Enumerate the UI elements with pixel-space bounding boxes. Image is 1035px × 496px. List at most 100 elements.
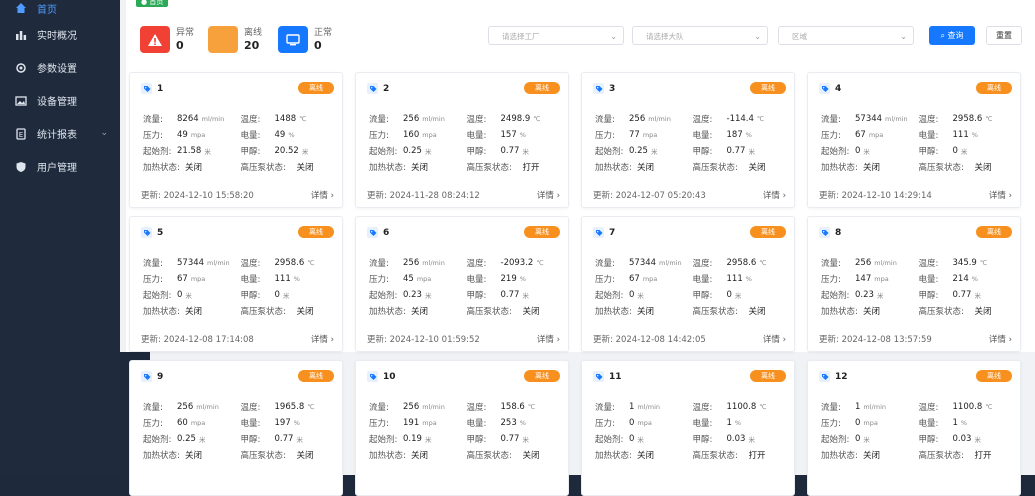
bar-chart-icon: [14, 28, 28, 42]
temp-value: -114.4: [726, 114, 754, 124]
temp-unit: ℃: [307, 403, 315, 411]
methanol-label: 甲醇:: [466, 147, 487, 157]
power-value: 187: [726, 130, 743, 140]
device-card[interactable]: 7 离线 流量: 57344 ml/min 温度: 2958.6 ℃ 压力: 67 mpa …: [581, 216, 795, 352]
device-card[interactable]: 4 离线 流量: 57344 ml/min 温度: 2958.6 ℃ 压力: 67 mpa …: [807, 72, 1021, 208]
sidebar-item-label: 实时概况: [37, 31, 77, 42]
device-card[interactable]: 5 离线 流量: 57344 ml/min 温度: 2958.6 ℃ 压力: 67 mpa …: [129, 216, 343, 352]
updated-time: 更新: 2024-12-10 15:58:20: [141, 191, 254, 201]
device-card[interactable]: 3 离线 流量: 256 ml/min 温度: -114.4 ℃ 压力: 77 mpa 电量…: [581, 72, 795, 208]
device-card[interactable]: 11 离线 流量: 1 ml/min 温度: 1100.8 ℃ 压力: 0 mpa 电量: 1…: [581, 360, 795, 496]
heat-value: 关闭: [411, 307, 429, 317]
pressure-label: 压力:: [143, 275, 163, 285]
heat-label: 加热状态:: [143, 163, 180, 173]
device-card[interactable]: 10 离线 流量: 256 ml/min 温度: 158.6 ℃ 压力: 191 mpa 电…: [355, 360, 569, 496]
device-card[interactable]: 8 离线 流量: 256 ml/min 温度: 345.9 ℃ 压力: 147 mpa 电量…: [807, 216, 1021, 352]
device-card[interactable]: 12 离线 流量: 1 ml/min 温度: 1100.8 ℃ 压力: 0 mpa 电量: 1…: [807, 360, 1021, 496]
startpos-label: 起始剂:: [821, 147, 850, 157]
power-value: 253: [500, 418, 517, 428]
methanol-label: 甲醇:: [692, 435, 713, 445]
startpos-unit: 米: [424, 436, 432, 444]
methanol-unit: 米: [974, 436, 981, 444]
updated-time: 更新: 2024-12-08 13:57:59: [819, 335, 932, 345]
power-value: 1: [726, 418, 732, 428]
pump-value: 关闭: [522, 451, 540, 461]
pump-label: 高压泵状态:: [692, 451, 738, 461]
methanol-label: 甲醇:: [692, 291, 713, 301]
heat-label: 加热状态:: [369, 307, 406, 317]
query-button[interactable]: ⌕ 查询: [929, 26, 975, 45]
methanol-label: 甲醇:: [918, 147, 939, 157]
device-card[interactable]: 9 离线 流量: 256 ml/min 温度: 1965.8 ℃ 压力: 60 mpa 电量…: [129, 360, 343, 496]
power-value: 197: [274, 418, 291, 428]
pressure-unit: mpa: [874, 275, 889, 283]
sidebar-item-users[interactable]: 用户管理: [0, 150, 120, 183]
detail-link[interactable]: 详情 ›: [537, 189, 560, 201]
power-value: 111: [726, 274, 743, 284]
query-button-label: 查询: [947, 31, 964, 40]
device-card[interactable]: 2 离线 流量: 256 ml/min 温度: 2498.9 ℃ 压力: 160 mpa 电…: [355, 72, 569, 208]
device-card-footer: 更新: 2024-12-08 14:42:05 详情 ›: [593, 333, 786, 345]
pressure-unit: mpa: [190, 275, 206, 283]
pressure-unit: mpa: [863, 419, 878, 427]
power-value: 214: [952, 274, 969, 284]
tag-icon: [141, 227, 152, 238]
team-select[interactable]: 请选择大队 ⌄: [632, 26, 768, 45]
temp-value: 2958.6: [952, 114, 983, 124]
sidebar-item-params[interactable]: 参数设置: [0, 51, 120, 84]
pump-label: 高压泵状态:: [692, 307, 738, 317]
flow-value: 8264: [177, 114, 199, 124]
area-select[interactable]: 区域 ⌄: [778, 26, 914, 45]
detail-link[interactable]: 详情 ›: [989, 189, 1012, 201]
temp-label: 温度:: [918, 115, 939, 125]
detail-link[interactable]: 详情 ›: [763, 189, 786, 201]
device-card[interactable]: 6 离线 流量: 256 ml/min 温度: -2093.2 ℃ 压力: 45 mpa 电…: [355, 216, 569, 352]
detail-link[interactable]: 详情 ›: [311, 333, 334, 345]
flow-unit: ml/min: [885, 115, 908, 123]
pressure-label: 压力:: [821, 131, 841, 141]
power-value: 111: [952, 130, 969, 140]
detail-link[interactable]: 详情 ›: [537, 333, 560, 345]
temp-label: 温度:: [466, 403, 487, 413]
methanol-unit: 米: [522, 148, 529, 156]
sidebar-item-realtime[interactable]: 实时概况: [0, 18, 120, 51]
pressure-unit: mpa: [422, 419, 437, 427]
detail-link[interactable]: 详情 ›: [989, 333, 1012, 345]
pump-label: 高压泵状态:: [466, 163, 512, 173]
startpos-value: 0: [629, 290, 635, 300]
power-label: 电量:: [240, 275, 261, 285]
heat-value: 关闭: [411, 163, 429, 173]
sidebar-item-devices[interactable]: 设备管理: [0, 84, 120, 117]
status-badge: 离线: [976, 370, 1012, 382]
methanol-unit: 米: [296, 436, 303, 444]
stat-value: 20: [244, 38, 260, 52]
detail-link[interactable]: 详情 ›: [763, 333, 786, 345]
power-unit: %: [288, 131, 295, 139]
detail-link[interactable]: 详情 ›: [311, 189, 334, 201]
heat-label: 加热状态:: [595, 163, 632, 173]
factory-select[interactable]: 请选择工厂 ⌄: [488, 26, 624, 45]
methanol-label: 甲醇:: [918, 435, 939, 445]
power-label: 电量:: [240, 419, 261, 429]
startpos-value: 0.19: [403, 434, 422, 444]
heat-label: 加热状态:: [821, 163, 858, 173]
device-card[interactable]: 1 离线 流量: 8264 ml/min 温度: 1488 ℃ 压力: 49 mpa 电量:…: [129, 72, 343, 208]
pressure-unit: mpa: [416, 275, 432, 283]
sidebar-item-reports[interactable]: E 统计报表 ⌄: [0, 117, 120, 150]
status-badge: 离线: [976, 82, 1012, 94]
power-label: 电量:: [692, 275, 713, 285]
tab-home-tag[interactable]: ● 首页: [136, 0, 169, 7]
flow-label: 流量:: [595, 115, 615, 125]
heat-label: 加热状态:: [821, 451, 858, 461]
power-label: 电量:: [918, 419, 939, 429]
temp-unit: ℃: [756, 115, 765, 123]
reset-button[interactable]: 重置: [986, 26, 1022, 45]
device-card-header: 6: [367, 227, 389, 238]
temp-value: 1488: [274, 114, 297, 124]
power-unit: %: [293, 275, 300, 283]
methanol-value: 0.77: [500, 146, 520, 156]
device-card-header: 8: [819, 227, 841, 238]
startpos-value: 0: [855, 146, 861, 156]
sidebar-item-home[interactable]: 首页: [0, 0, 120, 18]
tag-icon: [819, 227, 830, 238]
